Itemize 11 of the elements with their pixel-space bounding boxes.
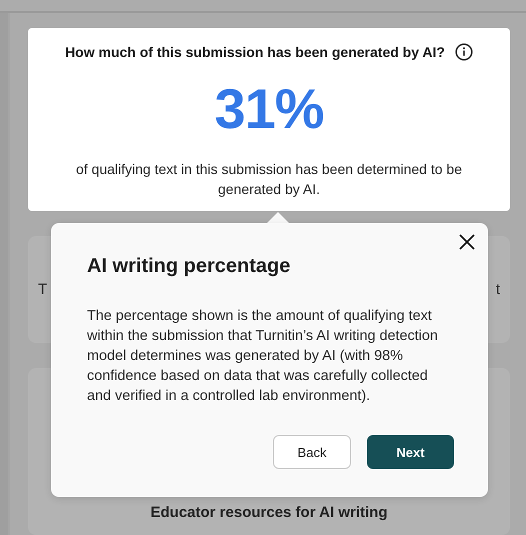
popover-title: AI writing percentage — [87, 255, 292, 278]
percentage-description: of qualifying text in this submission has been determined to be generated by AI. — [74, 160, 463, 199]
next-button[interactable]: Next — [367, 435, 454, 469]
popover-body: The percentage shown is the amount of qualifying text within the submission that Turnitin’s AI writing detection model determines was generated by AI (with 98% confidence based on data that was carefully collected and verified in a controlled lab environment). — [87, 307, 439, 406]
card-title: Educator resources for AI writing — [150, 504, 388, 521]
question-text: How much of this submission has been generated by AI? — [65, 44, 445, 60]
card-text: T — [38, 281, 48, 298]
card-text: t — [496, 281, 500, 298]
back-button[interactable]: Back — [273, 435, 351, 469]
ai-percentage: 31% — [214, 81, 324, 137]
info-icon[interactable] — [454, 43, 473, 61]
